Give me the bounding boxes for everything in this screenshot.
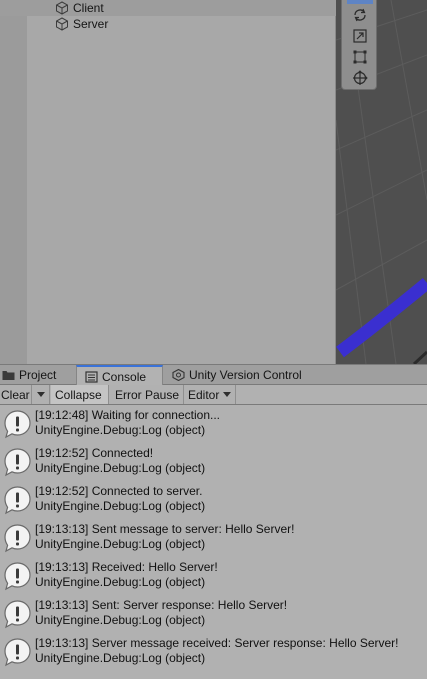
log-message: [19:12:52] Connected to server. <box>35 484 203 498</box>
transform-tool-icon <box>353 69 368 85</box>
folder-icon <box>2 371 15 380</box>
log-entry[interactable]: [19:12:52] Connected! UnityEngine.Debug:… <box>0 443 427 481</box>
log-source: UnityEngine.Debug:Log (object) <box>35 651 206 665</box>
log-message: [19:13:13] Sent message to server: Hello… <box>35 522 295 536</box>
log-source: UnityEngine.Debug:Log (object) <box>35 613 206 627</box>
log-entry[interactable]: [19:12:52] Connected to server. UnityEng… <box>0 481 427 519</box>
hierarchy-item-server[interactable]: Server <box>0 16 336 32</box>
info-message-icon <box>4 448 31 477</box>
gameobject-cube-icon <box>56 1 68 15</box>
info-message-icon <box>4 638 31 667</box>
scale-tool-button[interactable] <box>347 26 373 45</box>
scene-tool-strip <box>341 0 377 90</box>
log-entry[interactable]: [19:13:13] Received: Hello Server! Unity… <box>0 557 427 595</box>
log-source: UnityEngine.Debug:Log (object) <box>35 499 206 513</box>
log-message: [19:13:13] Server message received: Serv… <box>35 636 399 650</box>
log-source: UnityEngine.Debug:Log (object) <box>35 461 206 475</box>
console-toolbar: Clear Collapse Error Pause Editor <box>0 385 427 405</box>
editor-top-area: Client Server <box>0 0 427 364</box>
info-message-icon <box>4 410 31 439</box>
collapse-toggle[interactable]: Collapse <box>51 385 109 404</box>
info-message-icon <box>4 600 31 629</box>
log-entry[interactable]: [19:13:13] Sent message to server: Hello… <box>0 519 427 557</box>
log-entry[interactable]: [19:13:13] Sent: Server response: Hello … <box>0 595 427 633</box>
chevron-down-icon <box>223 392 232 397</box>
active-tool-indicator[interactable] <box>347 0 373 4</box>
log-source: UnityEngine.Debug:Log (object) <box>35 423 206 437</box>
tab-label: Console <box>102 369 147 384</box>
scale-tool-icon <box>353 28 367 43</box>
log-message: [19:12:48] Waiting for connection... <box>35 408 220 422</box>
clear-button[interactable]: Clear <box>0 385 32 404</box>
editor-dropdown[interactable]: Editor <box>184 385 236 404</box>
log-entry[interactable]: [19:12:48] Waiting for connection... Uni… <box>0 405 427 443</box>
hierarchy-gutter <box>0 0 27 364</box>
clear-options-dropdown[interactable] <box>32 385 50 404</box>
hierarchy-item-label: Server <box>73 17 109 31</box>
log-message: [19:13:13] Sent: Server response: Hello … <box>35 598 288 612</box>
tab-project[interactable]: Project <box>2 365 56 385</box>
gameobject-cube-icon <box>56 17 68 31</box>
tab-label: Project <box>19 368 57 382</box>
log-source: UnityEngine.Debug:Log (object) <box>35 575 206 589</box>
version-control-icon <box>172 369 185 381</box>
bottom-tab-bar: Project Console Unity Version Control <box>0 364 427 386</box>
hierarchy-item-client[interactable]: Client <box>0 0 336 16</box>
console-icon <box>85 370 98 383</box>
info-message-icon <box>4 486 31 515</box>
info-message-icon <box>4 562 31 591</box>
tab-console[interactable]: Console <box>76 365 163 386</box>
transform-tool-button[interactable] <box>347 68 373 87</box>
rect-tool-icon <box>353 50 367 63</box>
info-message-icon <box>4 524 31 553</box>
scene-object-highlight <box>336 277 427 358</box>
log-message: [19:12:52] Connected! <box>35 446 154 460</box>
clear-label: Clear <box>1 387 30 402</box>
error-pause-label: Error Pause <box>115 387 180 402</box>
error-pause-toggle[interactable]: Error Pause <box>110 385 184 404</box>
rect-tool-button[interactable] <box>347 47 373 66</box>
log-message: [19:13:13] Received: Hello Server! <box>35 560 218 574</box>
log-entry[interactable]: [19:13:13] Server message received: Serv… <box>0 633 427 671</box>
tab-label: Unity Version Control <box>189 368 302 382</box>
chevron-down-icon <box>36 392 45 397</box>
hierarchy-panel <box>27 0 336 364</box>
rotate-tool-icon <box>354 8 366 21</box>
editor-label: Editor <box>188 387 220 402</box>
rotate-tool-button[interactable] <box>347 5 373 24</box>
log-source: UnityEngine.Debug:Log (object) <box>35 537 206 551</box>
collapse-label: Collapse <box>55 387 102 402</box>
tab-unity-version-control[interactable]: Unity Version Control <box>172 365 302 385</box>
console-log-list[interactable]: [19:12:48] Waiting for connection... Uni… <box>0 405 427 679</box>
hierarchy-item-label: Client <box>73 1 104 15</box>
